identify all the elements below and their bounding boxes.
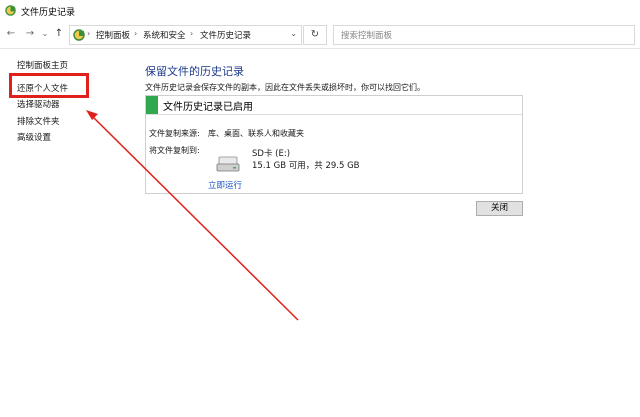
annotation-arrow [86, 110, 299, 321]
